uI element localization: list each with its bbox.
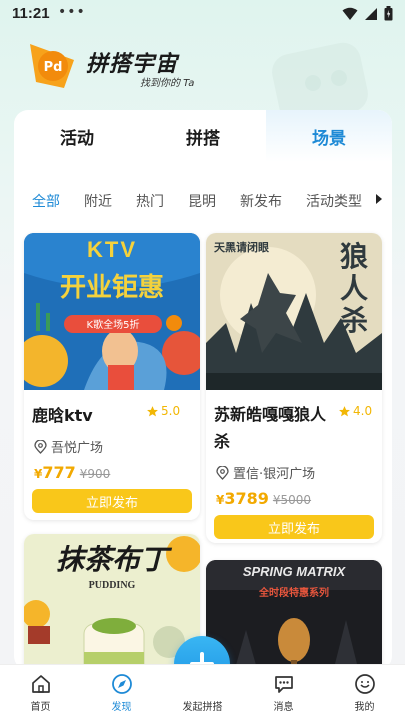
scene-card-werewolf[interactable]: 天黑请闭眼 狼 人 杀 苏新皓嘎嘎狼人杀 4.0 置信·银河广场 ¥3789 ¥… [206,233,382,543]
publish-button[interactable]: 立即发布 [214,515,374,539]
scene-card-pudding[interactable]: 抹茶布丁 PUDDING [24,534,200,670]
app-slogan: 找到你的 Ta [140,78,195,89]
svg-text:Pd: Pd [44,60,63,75]
card-title: 苏新皓嘎嘎狼人杀 [214,405,327,451]
rating-value: 4.0 [353,404,373,418]
card-price: ¥777 ¥900 [34,463,110,482]
signal-icon [365,7,377,20]
rating-value: 5.0 [161,404,181,418]
status-bar: 11:21 ••• [0,0,405,28]
status-icons [342,6,393,21]
location-text: 吾悦广场 [51,441,104,456]
main-panel: 活动 拼搭 场景 全部 附近 热门 昆明 新发布 活动类型 KTV 开业钜惠 K… [14,110,392,670]
tab-activity[interactable]: 活动 [14,110,140,162]
spring-matrix-poster: SPRING MATRIX 全时段特惠系列 [206,560,382,670]
filter-activity-type[interactable]: 活动类型 [306,191,362,211]
ktv-poster-line3: K歌全场5折 [86,320,140,331]
bottom-nav: 首页 发现 发起拼搭 消息 我的 [0,664,405,720]
scene-card-ktv[interactable]: KTV 开业钜惠 K歌全场5折 鹿晗ktv 5.0 吾悦广场 ¥777 ¥900… [24,233,200,520]
location-text: 置信·银河广场 [233,467,316,482]
nav-profile-label: 我的 [354,702,375,713]
ktv-poster: KTV 开业钜惠 K歌全场5折 [24,233,200,390]
card-rating: 4.0 [338,404,372,418]
tab-scene[interactable]: 场景 [266,110,392,162]
status-time: 11:21 [12,5,50,22]
nav-home-label: 首页 [30,702,51,713]
filter-new[interactable]: 新发布 [240,191,282,211]
spring-matrix-subtitle: 全时段特惠系列 [259,588,329,599]
current-price: ¥3789 [216,489,269,508]
original-price: ¥900 [79,467,111,481]
card-location: 置信·银河广场 [216,463,315,482]
publish-button[interactable]: 立即发布 [32,489,192,513]
original-price: ¥5000 [272,493,312,507]
location-icon [216,465,229,480]
price-value: 777 [42,463,76,482]
app-header: Pd 拼搭宇宙 找到你的 Ta [0,38,405,124]
card-location: 吾悦广场 [34,437,103,456]
current-price: ¥777 [34,463,76,482]
spring-matrix-title: SPRING MATRIX [242,564,346,579]
battery-icon [384,6,393,21]
message-icon [274,676,293,693]
filter-hot[interactable]: 热门 [136,191,164,211]
nav-discover[interactable]: 发现 [81,665,162,720]
profile-icon [354,674,375,694]
home-icon [31,675,50,693]
scene-card-spring-matrix[interactable]: SPRING MATRIX 全时段特惠系列 [206,560,382,670]
pudding-poster-title: 抹茶布丁 [55,543,168,576]
card-title: 鹿晗ktv [32,406,93,425]
category-tabs: 活动 拼搭 场景 [14,110,392,162]
nav-create-label: 发起拼搭 [182,702,223,713]
ktv-poster-line2: 开业钜惠 [59,273,164,303]
star-icon [339,405,350,416]
filter-nearby[interactable]: 附近 [84,191,112,211]
filter-all[interactable]: 全部 [32,191,60,211]
pudding-poster: 抹茶布丁 PUDDING [24,534,200,670]
tab-pinda[interactable]: 拼搭 [140,110,266,162]
nav-discover-label: 发现 [111,702,132,713]
nav-profile[interactable]: 我的 [324,665,405,720]
ktv-poster-line1: KTV [87,237,137,262]
nav-messages-label: 消息 [273,702,294,713]
nav-home[interactable]: 首页 [0,665,81,720]
status-dots: ••• [58,4,86,20]
filter-kunming[interactable]: 昆明 [188,191,216,211]
discover-icon [111,674,132,694]
card-rating: 5.0 [146,404,180,418]
app-logo-icon: Pd [30,44,74,88]
wifi-icon [342,7,358,20]
star-icon [147,405,158,416]
filter-row: 全部 附近 热门 昆明 新发布 活动类型 [14,186,392,216]
filter-more-arrow-icon[interactable] [376,194,382,204]
location-icon [34,439,47,454]
card-price: ¥3789 ¥5000 [216,489,311,508]
werewolf-poster-tag: 天黑请闭眼 [214,241,269,254]
werewolf-poster: 天黑请闭眼 狼 人 杀 [206,233,382,390]
price-value: 3789 [224,489,269,508]
werewolf-poster-char3: 杀 [339,304,368,337]
nav-messages[interactable]: 消息 [243,665,324,720]
pudding-poster-subtitle: PUDDING [88,580,136,591]
nav-create-pinda[interactable]: 发起拼搭 [162,665,243,720]
